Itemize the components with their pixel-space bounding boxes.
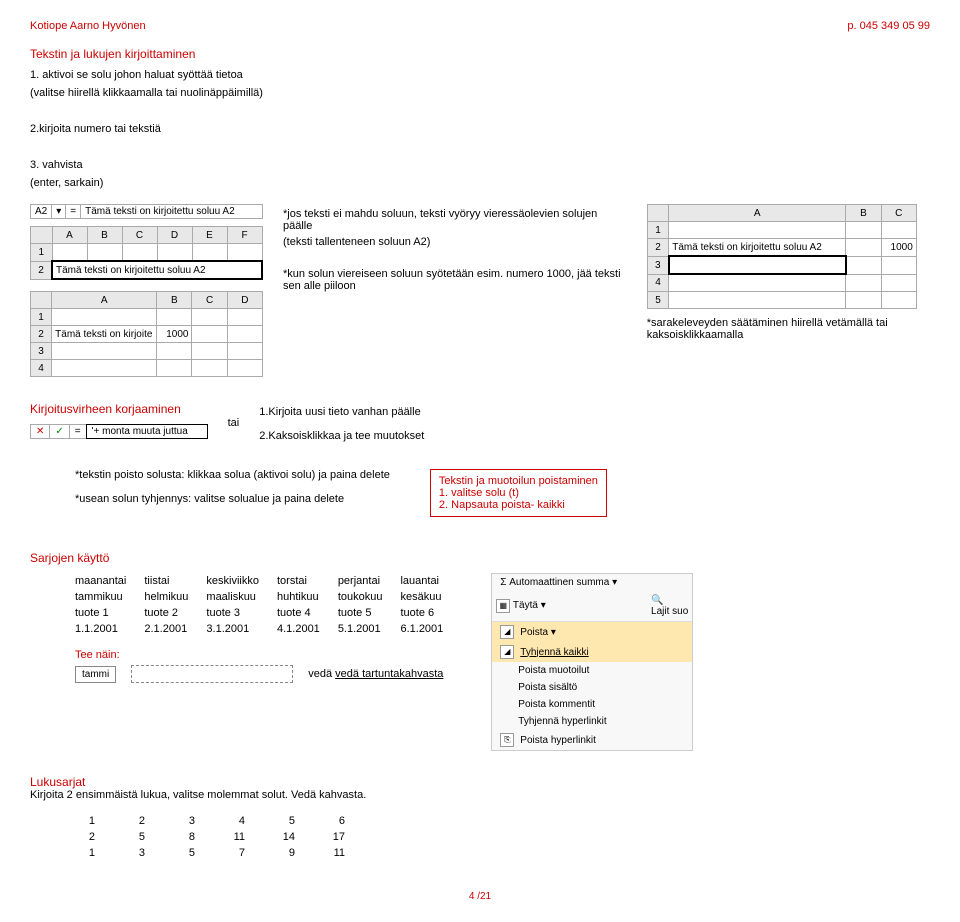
note-overflow: *jos teksti ei mahdu soluun, teksti vyör… [283, 208, 627, 232]
tammi-cell[interactable]: tammi [75, 666, 116, 683]
fx-eq: = [66, 205, 81, 218]
delete-note-2: *usean solun tyhjennys: valitse solualue… [75, 493, 390, 505]
magnify-icon: 🔍 [651, 595, 663, 606]
delete-instructions-box: Tekstin ja muotoilun poistaminen 1. vali… [430, 469, 607, 517]
cancel-icon[interactable]: ✕ [31, 425, 50, 438]
menu-autosum[interactable]: Σ Automaattinen summa ▾ [492, 574, 692, 591]
sarjat-title: Sarjojen käyttö [30, 551, 930, 565]
edit-cell-text[interactable]: '+ monta muuta juttua [86, 424, 208, 439]
header-phone: p. 045 349 05 99 [847, 20, 930, 32]
spreadsheet-a: ABCDEF 1 2Tämä teksti on kirjoitettu sol… [30, 226, 263, 280]
edit-formula-bar: ✕ ✓ = '+ monta muuta juttua [30, 424, 208, 439]
menu-clear-hyperlinks[interactable]: Tyhjennä hyperlinkit [492, 713, 692, 730]
fill-icon: ▦ [496, 599, 510, 613]
tee-title: Tee näin: [75, 649, 461, 661]
lukusarjat-desc: Kirjoita 2 ensimmäistä lukua, valitse mo… [30, 789, 930, 801]
page-number: 4 /21 [30, 891, 930, 902]
drag-instruction: vedä vedä tartuntakahvasta [308, 668, 443, 680]
step-3b: (enter, sarkain) [30, 177, 930, 189]
tai-label: tai [228, 392, 240, 429]
eq-label: = [70, 425, 87, 438]
menu-clear-all[interactable]: ◢Tyhjennä kaikki [492, 642, 692, 662]
page-title: Tekstin ja lukujen kirjoittaminen [30, 47, 930, 61]
note-hide: *kun solun viereiseen soluun syötetään e… [283, 268, 627, 292]
menu-clear[interactable]: ◢Poista ▾ [492, 622, 692, 642]
number-series-table: 123456 258111417 1357911 [75, 813, 375, 861]
step-3a: 3. vahvista [30, 159, 930, 171]
formula-text: Tämä teksti on kirjoitettu soluu A2 [81, 205, 239, 218]
correction-line-2: 2.Kaksoisklikkaa ja tee muutokset [259, 430, 424, 442]
spreadsheet-b: ABCD 1 2Tämä teksti on kirjoite1000 3 4 [30, 291, 263, 377]
confirm-icon[interactable]: ✓ [50, 425, 69, 438]
drag-extension [131, 665, 293, 683]
step-2: 2.kirjoita numero tai tekstiä [30, 123, 930, 135]
menu-clear-comments[interactable]: Poista kommentit [492, 696, 692, 713]
spreadsheet-c: ABC 1 2Tämä teksti on kirjoitettu soluu … [647, 204, 917, 309]
erase-all-icon: ◢ [500, 645, 514, 659]
step-1b: (valitse hiirellä klikkaamalla tai nuoli… [30, 87, 930, 99]
correction-line-1: 1.Kirjoita uusi tieto vanhan päälle [259, 406, 424, 418]
menu-clear-formats[interactable]: Poista muotoilut [492, 662, 692, 679]
delete-note-1: *tekstin poisto solusta: klikkaa solua (… [75, 469, 390, 481]
cell-a2-text[interactable]: Tämä teksti on kirjoitettu soluu A2 [52, 261, 262, 279]
correction-title: Kirjoitusvirheen korjaaminen [30, 402, 208, 416]
menu-sort[interactable]: 🔍Lajit suo [651, 595, 688, 617]
header-author: Kotiope Aarno Hyvönen [30, 20, 146, 32]
note-colwidth: *sarakeleveyden säätäminen hiirellä vetä… [647, 317, 930, 341]
eraser-icon: ◢ [500, 625, 514, 639]
cell-ref: A2 [31, 205, 52, 218]
menu-clear-contents[interactable]: Poista sisältö [492, 679, 692, 696]
clear-menu: Σ Automaattinen summa ▾ ▦ Täytä ▾ 🔍Lajit… [491, 573, 693, 751]
menu-remove-hyperlinks[interactable]: ⎘Poista hyperlinkit [492, 730, 692, 750]
menu-fill[interactable]: ▦ Täytä ▾ [496, 599, 645, 613]
step-1a: 1. aktivoi se solu johon haluat syöttää … [30, 69, 930, 81]
lukusarjat-title: Lukusarjat [30, 775, 85, 789]
formula-bar-a: A2 ▾ = Tämä teksti on kirjoitettu soluu … [30, 204, 263, 219]
link-icon: ⎘ [500, 733, 514, 747]
dropdown-arrow-icon[interactable]: ▾ [52, 205, 66, 218]
note-stored: (teksti tallenteneen soluun A2) [283, 236, 627, 248]
series-table: maanantaitiistaikeskiviikkotorstaiperjan… [75, 573, 461, 637]
